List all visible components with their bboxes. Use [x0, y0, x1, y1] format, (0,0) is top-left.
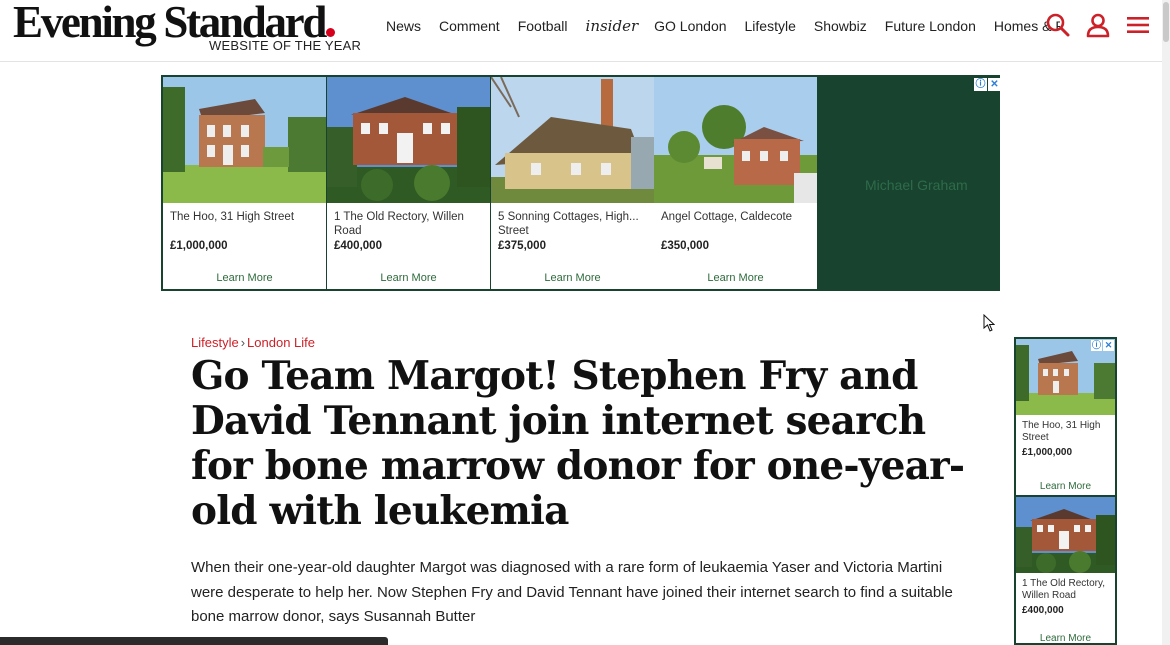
nav-football[interactable]: Football — [518, 18, 568, 34]
listing-address: 5 Sonning Cottages, High... Street — [498, 211, 639, 237]
mouse-cursor-icon — [983, 313, 996, 337]
breadcrumb-london-life[interactable]: London Life — [247, 335, 315, 350]
learn-more-link[interactable]: Learn More — [1016, 633, 1115, 643]
listing-price: £375,000 — [498, 240, 546, 252]
article-headline: Go Team Margot! Stephen Fry and David Te… — [191, 353, 965, 534]
header-actions — [1045, 12, 1151, 38]
property-ad-banner[interactable]: The Hoo, 31 High Street £1,000,000 Learn… — [161, 75, 1001, 291]
ad-listing-card[interactable]: 1 The Old Rectory, Willen Road £400,000 … — [327, 77, 490, 289]
ad-brand-name[interactable]: Michael Graham — [865, 177, 968, 193]
listing-address: 1 The Old Rectory, Willen Road — [334, 211, 464, 237]
browser-status-bar — [0, 637, 388, 645]
listing-address: 1 The Old Rectory, Willen Road — [1022, 578, 1105, 601]
nav-news[interactable]: News — [386, 18, 421, 34]
ad-choices[interactable]: ⓘ ✕ — [1091, 340, 1114, 353]
breadcrumb-lifestyle[interactable]: Lifestyle — [191, 335, 239, 350]
ad-listing-card[interactable]: 5 Sonning Cottages, High... Street £375,… — [490, 76, 654, 289]
scrollbar-thumb[interactable] — [1163, 2, 1169, 42]
menu-icon[interactable] — [1125, 12, 1151, 38]
learn-more-link[interactable]: Learn More — [1016, 481, 1115, 492]
listing-price: £1,000,000 — [1022, 447, 1073, 458]
nav-comment[interactable]: Comment — [439, 18, 500, 34]
logo-dot — [326, 28, 336, 37]
article-standfirst: When their one-year-old daughter Margot … — [191, 559, 953, 625]
learn-more-link[interactable]: Learn More — [327, 272, 490, 284]
site-logo[interactable]: Evening Standard WEBSITE OF THE YEAR — [13, 0, 361, 53]
listing-address: The Hoo, 31 High Street — [170, 211, 295, 223]
listing-price: £350,000 — [661, 240, 709, 252]
ad-listing-card[interactable]: The Hoo, 31 High Street £1,000,000 Learn… — [1016, 339, 1115, 495]
property-ad-sidebar[interactable]: The Hoo, 31 High Street £1,000,000 Learn… — [1014, 337, 1117, 645]
nav-showbiz[interactable]: Showbiz — [814, 18, 867, 34]
main-nav: News Comment Football insider GO London … — [386, 17, 1060, 35]
nav-lifestyle[interactable]: Lifestyle — [745, 18, 796, 34]
breadcrumb: Lifestyle › London Life — [191, 335, 315, 350]
site-header: Evening Standard WEBSITE OF THE YEAR New… — [0, 0, 1162, 62]
listing-address: The Hoo, 31 High Street — [1022, 420, 1101, 443]
listing-price: £1,000,000 — [170, 240, 228, 252]
logo-tagline: WEBSITE OF THE YEAR — [209, 38, 362, 53]
page-scrollbar[interactable] — [1162, 0, 1170, 645]
ad-listing-card[interactable]: 1 The Old Rectory, Willen Road £400,000 … — [1016, 497, 1115, 643]
listing-price: £400,000 — [1022, 605, 1064, 616]
learn-more-link[interactable]: Learn More — [654, 272, 817, 284]
info-icon[interactable]: ⓘ — [1091, 340, 1102, 351]
listing-photo — [163, 77, 326, 203]
listing-price: £400,000 — [334, 240, 382, 252]
ad-listing-card[interactable]: The Hoo, 31 High Street £1,000,000 Learn… — [163, 77, 326, 289]
nav-insider[interactable]: insider — [586, 17, 639, 35]
ad-choices[interactable]: ⓘ ✕ — [974, 78, 1001, 91]
listing-photo — [490, 76, 654, 203]
learn-more-link[interactable]: Learn More — [163, 272, 326, 284]
ad-listing-card[interactable]: Angel Cottage, Caldecote £350,000 Learn … — [654, 77, 817, 289]
listing-address: Angel Cottage, Caldecote — [661, 211, 793, 223]
listing-photo — [327, 77, 490, 203]
info-icon[interactable]: ⓘ — [974, 78, 987, 91]
listing-photo — [1016, 497, 1115, 573]
search-icon[interactable] — [1045, 12, 1071, 38]
close-icon[interactable]: ✕ — [1103, 340, 1114, 351]
nav-future-london[interactable]: Future London — [885, 18, 976, 34]
breadcrumb-separator: › — [240, 335, 246, 350]
learn-more-link[interactable]: Learn More — [491, 272, 654, 284]
close-icon[interactable]: ✕ — [988, 78, 1001, 91]
listing-photo — [654, 77, 817, 203]
account-icon[interactable] — [1085, 12, 1111, 38]
nav-go-london[interactable]: GO London — [654, 18, 726, 34]
